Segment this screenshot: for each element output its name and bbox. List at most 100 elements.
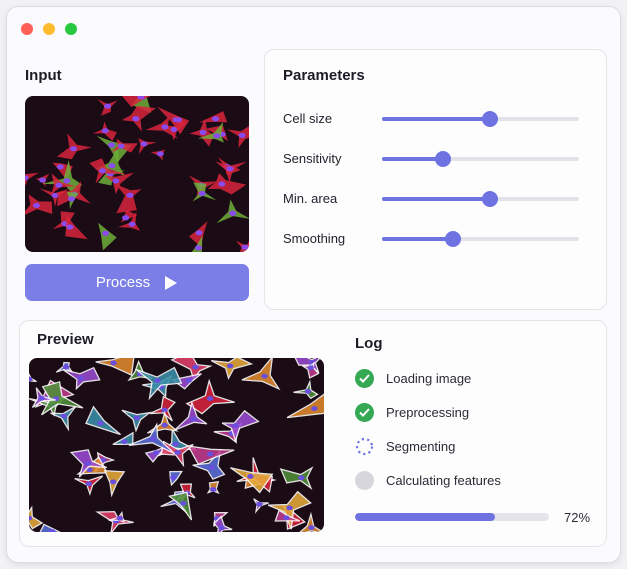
cell-nucleus (192, 364, 199, 370)
cell-nucleus (198, 190, 206, 197)
check-circle-icon (355, 369, 374, 388)
cell-nucleus (261, 373, 268, 379)
zoom-window-button[interactable] (65, 23, 77, 35)
cell-nucleus (85, 481, 93, 487)
segmented-cell (121, 409, 152, 433)
cell-nucleus (128, 221, 136, 227)
log-step-label: Segmenting (386, 439, 456, 454)
log-step-label: Calculating features (386, 473, 501, 488)
slider-fill (382, 117, 491, 121)
cell-nucleus (161, 422, 168, 428)
cell-nucleus (226, 166, 234, 172)
app-window: Input Process Parameters Cell size Sensi… (6, 6, 621, 563)
cell-nucleus (247, 474, 254, 479)
cell-size-slider[interactable] (382, 111, 579, 127)
check-circle-icon (355, 403, 374, 422)
cell-nucleus (67, 196, 75, 202)
cell-body (207, 173, 247, 195)
cell-nucleus (170, 475, 177, 481)
cell-nucleus (152, 450, 160, 456)
segmented-cell (279, 466, 314, 491)
log-step-calculating-features: Calculating features (355, 471, 501, 490)
log-title: Log (355, 335, 383, 352)
cell-nucleus (132, 116, 140, 122)
cell-nucleus (70, 146, 78, 152)
cell-nucleus (156, 151, 164, 157)
cell-nucleus (112, 178, 120, 184)
cell-nucleus (62, 364, 70, 370)
cell-nucleus (208, 465, 216, 470)
cell-nucleus (206, 396, 214, 401)
cell-body (115, 184, 142, 214)
cell-nucleus (206, 451, 214, 457)
slider-fill (382, 237, 453, 241)
cell-nucleus (180, 500, 187, 506)
cell-nucleus (38, 395, 45, 401)
cell-nucleus (117, 143, 125, 149)
process-label: Process (95, 274, 151, 291)
cell-nucleus (172, 441, 179, 447)
process-button[interactable]: Process (25, 264, 249, 301)
cell-nucleus (60, 413, 68, 419)
segmented-cell (267, 490, 312, 530)
cell-nucleus (232, 423, 239, 428)
cell-nucleus (56, 164, 64, 170)
cell-nucleus (133, 415, 141, 421)
cell-nucleus (154, 378, 161, 384)
progress-fill (355, 513, 495, 521)
cell-nucleus (185, 377, 192, 383)
cell-nucleus (108, 142, 116, 148)
sensitivity-slider[interactable] (382, 151, 579, 167)
cell-nucleus (286, 505, 293, 511)
cell-nucleus (199, 129, 207, 135)
cell-nucleus (122, 215, 130, 221)
input-image (25, 96, 249, 252)
cell-nucleus (108, 163, 116, 169)
cell-nucleus (102, 230, 110, 236)
cell-nucleus (195, 230, 203, 236)
segmented-cell (294, 358, 321, 374)
cell-nucleus (212, 116, 220, 122)
cell-nucleus (307, 365, 314, 371)
minimize-window-button[interactable] (43, 23, 55, 35)
log-step-label: Preprocessing (386, 405, 470, 420)
cell-nucleus (311, 406, 318, 411)
segmented-cell (286, 393, 324, 419)
cell-nucleus (101, 128, 109, 134)
cell-nucleus (298, 475, 305, 481)
slider-fill (382, 157, 444, 161)
log-step-preprocessing: Preprocessing (355, 403, 469, 422)
slider-thumb[interactable] (444, 231, 461, 247)
min-area-slider[interactable] (382, 191, 579, 207)
cell-nucleus (63, 178, 71, 184)
param-label-cell-size: Cell size (283, 111, 333, 126)
segmented-cell (95, 358, 135, 376)
close-window-button[interactable] (21, 23, 33, 35)
cell-nucleus (194, 245, 202, 251)
cell-nucleus (121, 439, 128, 445)
cell-nucleus (77, 375, 84, 381)
cell-nucleus (110, 360, 117, 366)
cell-nucleus (150, 436, 157, 442)
progress-bar (355, 513, 549, 521)
cell-nucleus (256, 501, 263, 507)
cell-nucleus (226, 363, 234, 369)
cell-nucleus (238, 132, 246, 138)
slider-thumb[interactable] (435, 151, 452, 167)
cell-nucleus (104, 103, 112, 109)
smoothing-slider[interactable] (382, 231, 579, 247)
parameters-title: Parameters (283, 67, 365, 84)
cell-nucleus (218, 525, 225, 531)
cell-nucleus (304, 389, 312, 394)
cell-nucleus (126, 192, 134, 198)
cell-nucleus (32, 202, 40, 208)
fluorescent-cells-image (25, 96, 249, 252)
cell-nucleus (213, 133, 221, 139)
input-title: Input (25, 67, 62, 84)
spinner-icon (355, 437, 374, 456)
cell-nucleus (190, 416, 198, 422)
segmented-cell (85, 405, 121, 436)
segmented-cell (135, 366, 183, 401)
pending-circle-icon (355, 471, 374, 490)
slider-fill (382, 197, 491, 201)
